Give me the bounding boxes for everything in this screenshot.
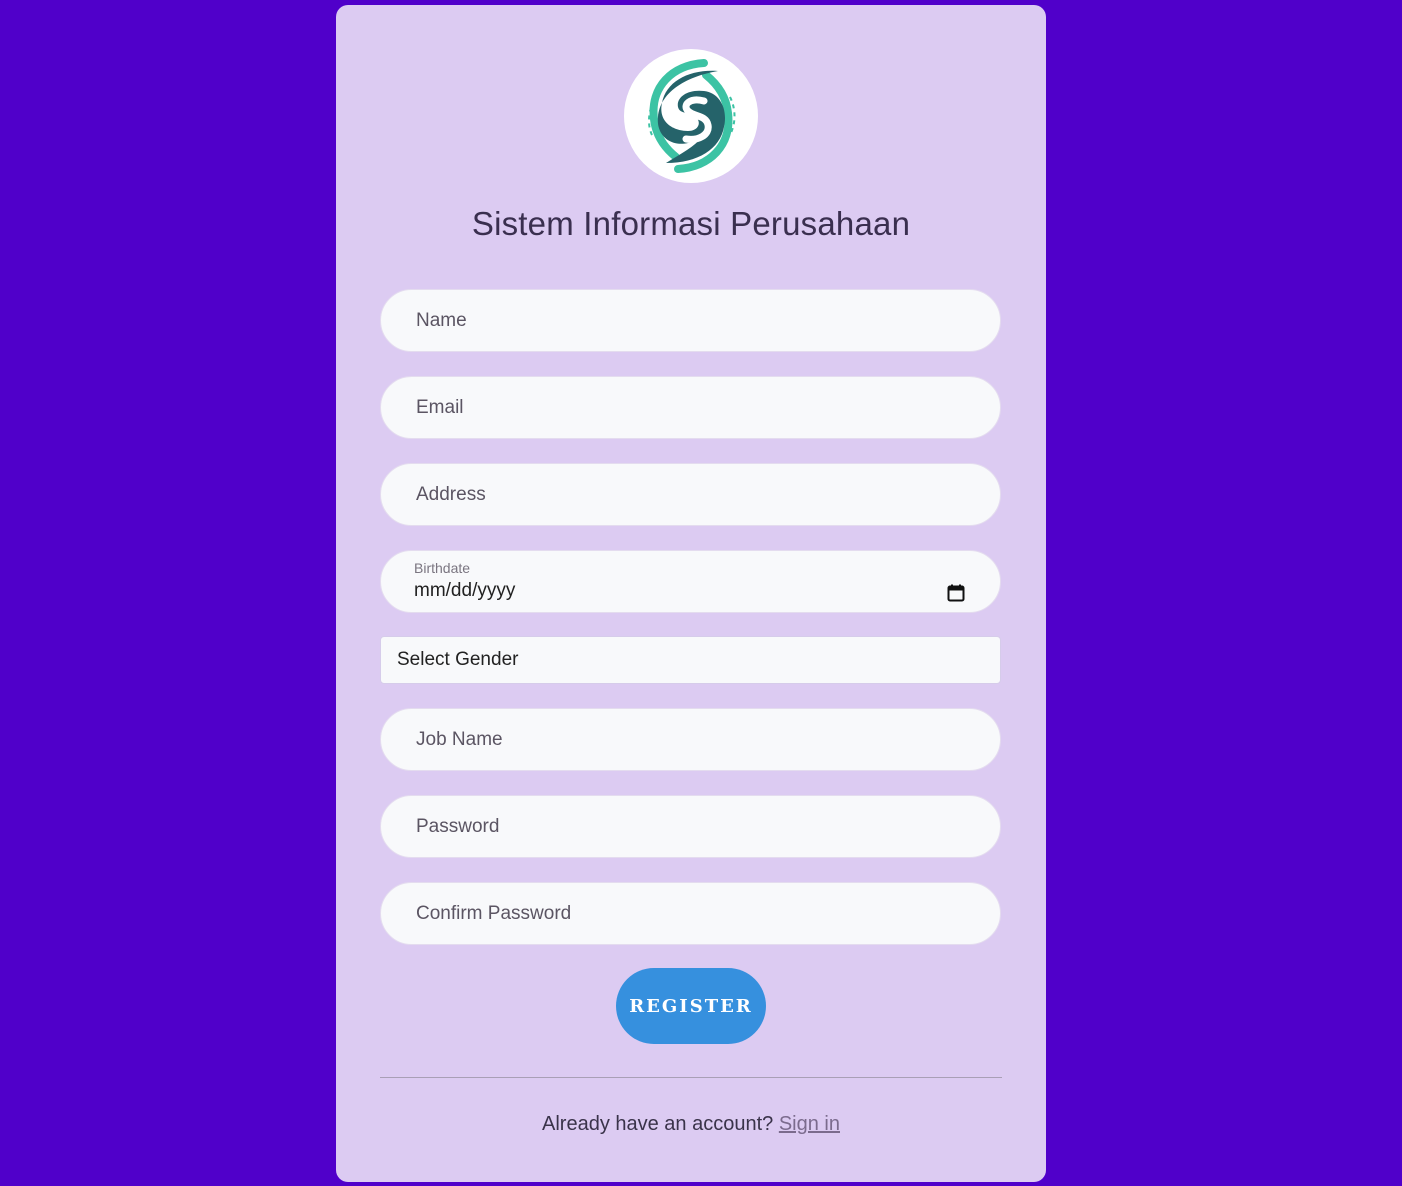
page-title: Sistem Informasi Perusahaan — [471, 205, 911, 242]
swirl-logo-icon — [648, 59, 736, 173]
email-input[interactable] — [414, 395, 1000, 420]
job-name-field[interactable] — [380, 708, 1001, 771]
name-field[interactable] — [380, 289, 1001, 352]
email-field[interactable] — [380, 376, 1001, 439]
name-input[interactable] — [414, 308, 1000, 333]
birthdate-label: Birthdate — [414, 559, 471, 576]
birthdate-input[interactable]: mm/dd/yyyy — [414, 580, 515, 602]
job-name-input[interactable] — [414, 727, 1000, 752]
gender-select-value: Select Gender — [397, 649, 519, 670]
password-input[interactable] — [414, 814, 1000, 839]
register-card: Sistem Informasi Perusahaan Birthdate mm… — [336, 5, 1046, 1182]
birthdate-field[interactable]: Birthdate mm/dd/yyyy — [380, 550, 1001, 613]
password-field[interactable] — [380, 795, 1001, 858]
divider — [380, 1077, 1002, 1078]
signin-link[interactable]: Sign in — [779, 1113, 840, 1135]
register-button[interactable]: REGISTER — [616, 968, 766, 1044]
gender-select[interactable]: Select Gender — [380, 636, 1001, 684]
signin-prompt: Already have an account? Sign in — [336, 1113, 1046, 1136]
calendar-icon[interactable] — [947, 584, 965, 602]
signin-prompt-text: Already have an account? — [542, 1113, 774, 1135]
company-logo — [624, 49, 758, 183]
address-field[interactable] — [380, 463, 1001, 526]
address-input[interactable] — [414, 482, 1000, 507]
confirm-password-field[interactable] — [380, 882, 1001, 945]
confirm-password-input[interactable] — [414, 901, 1000, 926]
